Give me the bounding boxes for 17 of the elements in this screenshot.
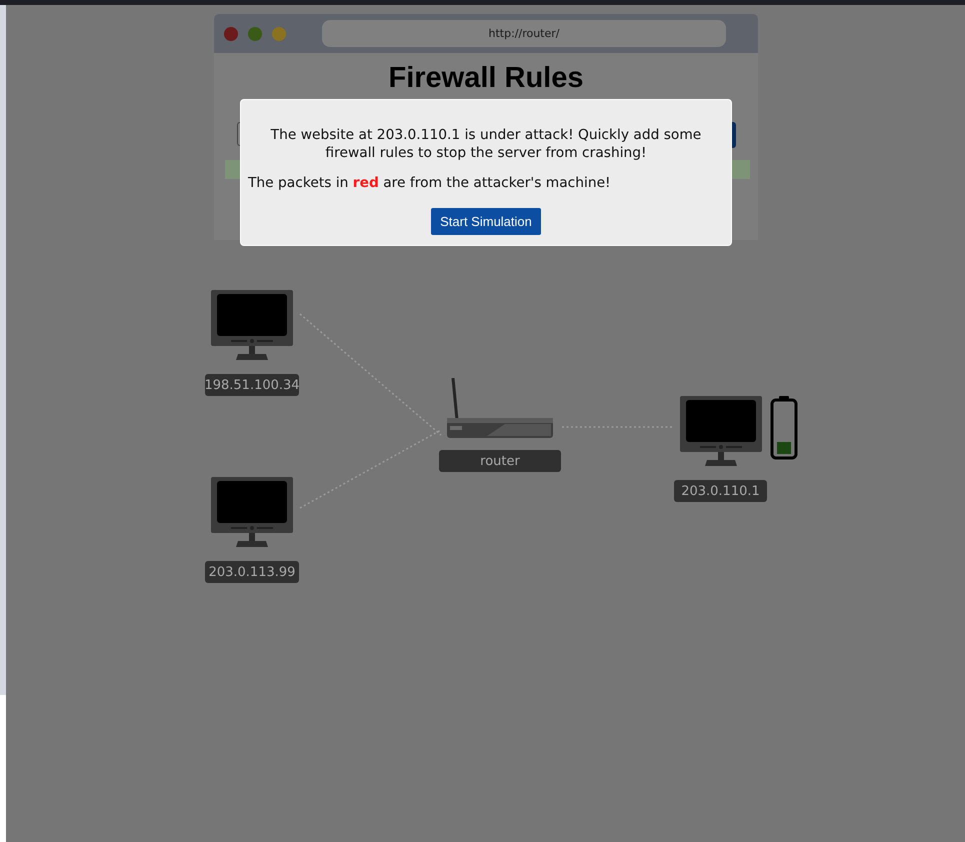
monitor-icon <box>211 290 293 360</box>
modal-message: The packets in red are from the attacker's machine! <box>248 174 611 192</box>
address-bar[interactable]: http://router/ <box>322 20 726 47</box>
node-label: 198.51.100.34 <box>205 374 299 396</box>
node-label: 203.0.113.99 <box>205 561 299 583</box>
node-label: router <box>439 450 561 472</box>
page-heading: Firewall Rules <box>387 62 584 95</box>
close-dot-icon <box>224 26 238 40</box>
modal-message: The website at 203.0.110.1 is under attack! Quickly add some firewall rules to stop the server from crashing! <box>270 126 702 162</box>
monitor-icon <box>680 396 762 466</box>
monitor-icon <box>211 477 293 547</box>
maximize-dot-icon <box>272 26 286 40</box>
battery-icon <box>770 396 798 460</box>
minimize-dot-icon <box>248 26 262 40</box>
start-simulation-button[interactable]: Start Simulation <box>431 208 541 235</box>
router-icon <box>447 378 553 438</box>
node-label: 203.0.110.1 <box>674 480 767 502</box>
